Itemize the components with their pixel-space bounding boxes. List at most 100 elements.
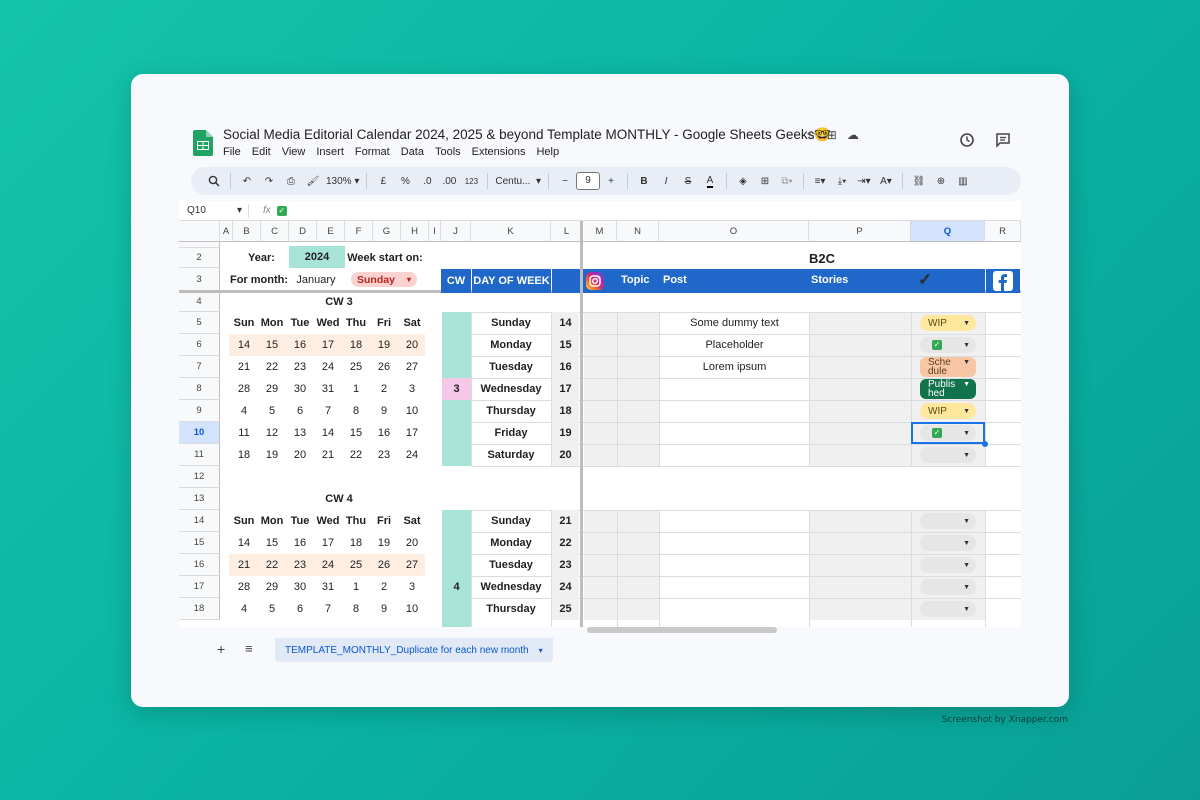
status-dropdown[interactable]: ▼ [920, 557, 976, 573]
cw4-calendar-date[interactable]: 29 [257, 576, 287, 598]
status-dropdown[interactable]: ▼ [920, 601, 976, 617]
column-header-i[interactable]: I [429, 221, 441, 242]
currency-button[interactable]: £ [372, 171, 394, 191]
cw3-calendar-date[interactable]: 10 [397, 400, 427, 422]
row-header-10[interactable]: 10 [179, 422, 220, 444]
percent-button[interactable]: % [394, 171, 416, 191]
cw4-calendar-date[interactable]: 18 [341, 532, 371, 554]
cw3-calendar-date[interactable]: 22 [257, 356, 287, 378]
column-header-o[interactable]: O [659, 221, 809, 242]
redo-icon[interactable]: ↷ [258, 171, 280, 191]
cw3-calendar-date[interactable]: 11 [229, 422, 259, 444]
formula-value[interactable]: ✓ [277, 206, 287, 216]
column-header-n[interactable]: N [617, 221, 659, 242]
bold-button[interactable]: B [633, 171, 655, 191]
cw3-calendar-date[interactable]: 19 [369, 334, 399, 356]
column-header-b[interactable]: B [233, 221, 261, 242]
column-header-m[interactable]: M [583, 221, 617, 242]
cw3-calendar-date[interactable]: 16 [285, 334, 315, 356]
status-dropdown[interactable]: WIP▼ [920, 403, 976, 419]
row-header-7[interactable]: 7 [179, 356, 220, 378]
status-dropdown[interactable]: ✓▼ [920, 337, 976, 353]
post-text[interactable]: Placeholder [660, 334, 809, 356]
zoom-select[interactable]: 130% ▾ [324, 171, 361, 191]
cw3-calendar-date[interactable]: 18 [341, 334, 371, 356]
year-value[interactable]: 2024 [289, 246, 345, 268]
number-format-button[interactable]: 123 [460, 171, 482, 191]
sheet-tab-template-monthly[interactable]: TEMPLATE_MONTHLY_Duplicate for each new … [275, 638, 553, 662]
post-text[interactable]: Some dummy text [660, 312, 809, 334]
cw4-calendar-date[interactable]: 15 [257, 532, 287, 554]
fill-color-icon[interactable]: ◈ [732, 171, 754, 191]
cw4-calendar-date[interactable]: 16 [285, 532, 315, 554]
menu-view[interactable]: View [282, 146, 306, 158]
column-header-p[interactable]: P [809, 221, 911, 242]
cw4-calendar-date[interactable]: 17 [313, 532, 343, 554]
menu-tools[interactable]: Tools [435, 146, 461, 158]
cw3-calendar-date[interactable]: 27 [397, 356, 427, 378]
cw3-calendar-date[interactable]: 17 [397, 422, 427, 444]
column-header-r[interactable]: R [985, 221, 1021, 242]
cw3-calendar-date[interactable]: 19 [257, 444, 287, 466]
cw3-calendar-date[interactable]: 31 [313, 378, 343, 400]
menu-data[interactable]: Data [401, 146, 424, 158]
cw3-calendar-date[interactable]: 12 [257, 422, 287, 444]
selection-handle[interactable] [982, 441, 988, 447]
status-dropdown[interactable]: ▼ [920, 535, 976, 551]
history-icon[interactable] [959, 132, 975, 153]
cw3-calendar-date[interactable]: 14 [229, 334, 259, 356]
month-value[interactable]: January [291, 268, 341, 292]
cw4-calendar-date[interactable]: 21 [229, 554, 259, 576]
row-header-15[interactable]: 15 [179, 532, 220, 554]
borders-icon[interactable]: ⊞ [754, 171, 776, 191]
cw4-calendar-date[interactable]: 31 [313, 576, 343, 598]
column-header-a[interactable]: A [220, 221, 233, 242]
text-wrap-icon[interactable]: ⇥▾ [853, 171, 875, 191]
row-header-17[interactable]: 17 [179, 576, 220, 598]
name-box[interactable]: Q10▾ [179, 204, 249, 218]
insert-chart-icon[interactable]: ▥ [952, 171, 974, 191]
move-folder-icon[interactable]: ⊞ [827, 128, 837, 142]
status-dropdown[interactable]: WIP▼ [920, 315, 976, 331]
horizontal-align-icon[interactable]: ≡▾ [809, 171, 831, 191]
cw4-calendar-date[interactable]: 1 [341, 576, 371, 598]
cw3-calendar-date[interactable]: 15 [257, 334, 287, 356]
cw4-calendar-date[interactable]: 30 [285, 576, 315, 598]
cw3-calendar-date[interactable]: 20 [397, 334, 427, 356]
post-text[interactable]: Lorem ipsum [660, 356, 809, 378]
column-header-c[interactable]: C [261, 221, 289, 242]
star-icon[interactable]: ☆ [806, 128, 817, 142]
column-header-q[interactable]: Q [911, 221, 985, 242]
cw3-calendar-date[interactable]: 8 [341, 400, 371, 422]
row-header-14[interactable]: 14 [179, 510, 220, 532]
corner-cell[interactable] [179, 221, 220, 242]
search-menus-icon[interactable] [203, 171, 225, 191]
status-dropdown[interactable]: ▼ [920, 513, 976, 529]
menu-insert[interactable]: Insert [316, 146, 344, 158]
cw3-calendar-date[interactable]: 20 [285, 444, 315, 466]
cw4-calendar-date[interactable]: 26 [369, 554, 399, 576]
cw4-calendar-date[interactable]: 22 [257, 554, 287, 576]
column-header-l[interactable]: L [551, 221, 583, 242]
row-header-3[interactable]: 3 [179, 268, 220, 292]
row-header-9[interactable]: 9 [179, 400, 220, 422]
font-size-decrease-button[interactable]: − [554, 171, 576, 191]
increase-decimal-button[interactable]: .00 [438, 171, 460, 191]
row-header-13[interactable]: 13 [179, 488, 220, 510]
row-header-6[interactable]: 6 [179, 334, 220, 356]
print-icon[interactable]: ⎙ [280, 171, 302, 191]
cw3-calendar-date[interactable]: 21 [313, 444, 343, 466]
cw4-calendar-date[interactable]: 9 [369, 598, 399, 620]
cw3-calendar-date[interactable]: 17 [313, 334, 343, 356]
cw4-calendar-date[interactable]: 19 [369, 532, 399, 554]
status-dropdown[interactable]: ▼ [920, 447, 976, 463]
row-header-8[interactable]: 8 [179, 378, 220, 400]
cw3-calendar-date[interactable]: 5 [257, 400, 287, 422]
cw3-calendar-date[interactable]: 24 [313, 356, 343, 378]
row-header-18[interactable]: 18 [179, 598, 220, 620]
row-header-11[interactable]: 11 [179, 444, 220, 466]
column-header-g[interactable]: G [373, 221, 401, 242]
cw4-calendar-date[interactable]: 23 [285, 554, 315, 576]
strikethrough-button[interactable]: S [677, 171, 699, 191]
spreadsheet-grid[interactable]: ABCDEFGHIJKLMNOPQR1234567891011121314151… [179, 221, 1021, 627]
